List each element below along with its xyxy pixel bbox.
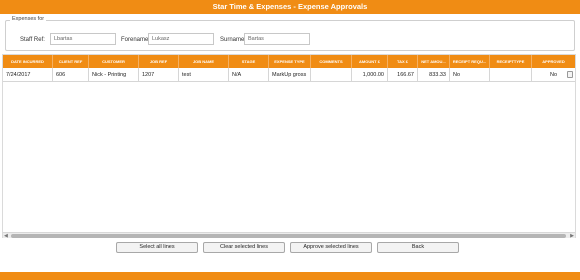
bottom-bar — [0, 272, 580, 280]
expenses-for-label: Expenses for — [10, 16, 47, 22]
column-header-job-ref[interactable]: JOB REF — [139, 55, 179, 68]
cell-stage: N/A — [229, 68, 269, 82]
scrollbar-thumb[interactable] — [11, 234, 566, 238]
cell-net-amount: 833.33 — [418, 68, 450, 82]
approve-selected-lines-button[interactable]: Approve selected lines — [290, 242, 372, 253]
forename-field[interactable] — [148, 33, 214, 45]
forename-label: Forename: — [121, 37, 151, 43]
cell-amount: 1,000.00 — [352, 68, 388, 82]
cell-comments — [311, 68, 352, 82]
staff-ref-label: Staff Ref: — [20, 37, 45, 43]
column-header-expense-type[interactable]: EXPENSE TYPE — [269, 55, 311, 68]
cell-expense-type: MarkUp gross — [269, 68, 311, 82]
column-header-approved[interactable]: APPROVED — [532, 55, 575, 68]
cell-tax: 166.67 — [388, 68, 418, 82]
expenses-grid: DATE INCURRED CLIENT REF CUSTOMER JOB RE… — [2, 54, 576, 239]
column-header-stage[interactable]: STAGE — [229, 55, 269, 68]
scroll-right-icon[interactable]: ▶ — [570, 233, 574, 239]
table-row[interactable]: 7/24/2017 606 Nick - Printing 1207 test … — [3, 68, 575, 82]
column-header-customer[interactable]: CUSTOMER — [89, 55, 139, 68]
cell-job-name: test — [179, 68, 229, 82]
column-header-date-incurred[interactable]: DATE INCURRED — [3, 55, 53, 68]
cell-client-ref: 606 — [53, 68, 89, 82]
cell-date-incurred: 7/24/2017 — [3, 68, 53, 82]
document-icon[interactable] — [567, 71, 573, 78]
column-header-net-amount[interactable]: NET AMOU... — [418, 55, 450, 68]
select-all-lines-button[interactable]: Select all lines — [116, 242, 198, 253]
column-header-tax[interactable]: TAX £ — [388, 55, 418, 68]
surname-field[interactable] — [244, 33, 310, 45]
column-header-receipt-type[interactable]: RECEIPTTYPE — [490, 55, 532, 68]
cell-customer: Nick - Printing — [89, 68, 139, 82]
cell-approved: No — [532, 68, 575, 82]
column-header-comments[interactable]: COMMENTS — [311, 55, 352, 68]
clear-selected-lines-button[interactable]: Clear selected lines — [203, 242, 285, 253]
back-button[interactable]: Back — [377, 242, 459, 253]
column-header-client-ref[interactable]: CLIENT REF — [53, 55, 89, 68]
cell-approved-value: No — [549, 72, 558, 78]
cell-job-ref: 1207 — [139, 68, 179, 82]
column-header-job-name[interactable]: JOB NAME — [179, 55, 229, 68]
window-title: Star Time & Expenses - Expense Approvals — [0, 0, 580, 14]
column-header-receipt-required[interactable]: RECEIPT REQU... — [450, 55, 490, 68]
scroll-left-icon[interactable]: ◀ — [4, 233, 8, 239]
horizontal-scrollbar[interactable]: ◀ ▶ — [3, 232, 575, 239]
cell-receipt-type — [490, 68, 532, 82]
cell-receipt-required: No — [450, 68, 490, 82]
staff-ref-field[interactable] — [50, 33, 116, 45]
expenses-for-group: Expenses for Staff Ref: Forename: Surnam… — [5, 16, 575, 51]
column-header-amount[interactable]: AMOUNT £ — [352, 55, 388, 68]
surname-label: Surname: — [220, 37, 247, 43]
grid-header: DATE INCURRED CLIENT REF CUSTOMER JOB RE… — [3, 55, 575, 68]
